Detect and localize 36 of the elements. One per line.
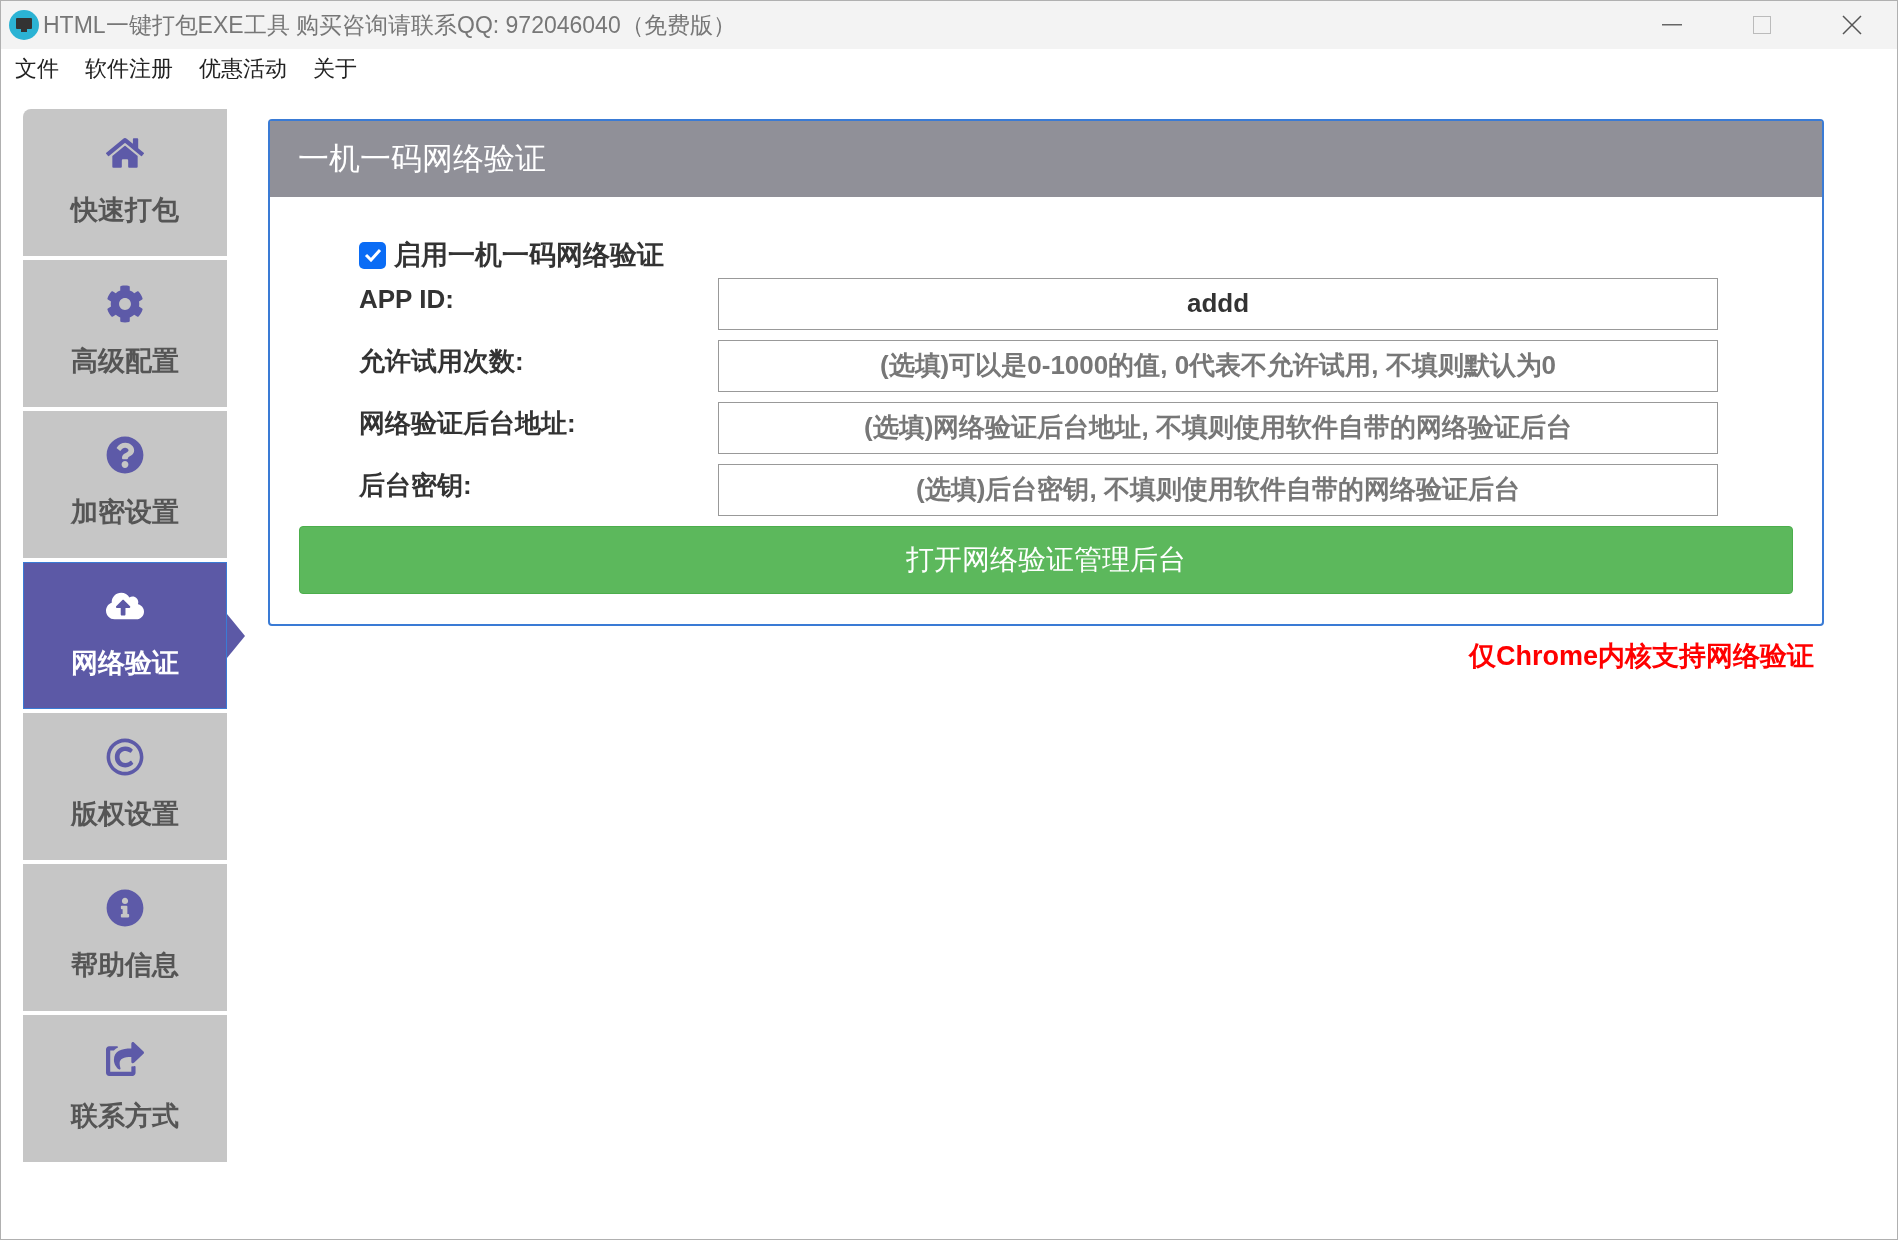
gear-icon — [106, 285, 144, 324]
maximize-icon — [1753, 16, 1771, 34]
close-icon — [1842, 15, 1862, 35]
sidebar-item[interactable]: 帮助信息 — [23, 864, 227, 1011]
sidebar-item[interactable]: 网络验证 — [23, 562, 227, 709]
sidebar-item[interactable]: 版权设置 — [23, 713, 227, 860]
sidebar-item[interactable]: 联系方式 — [23, 1015, 227, 1162]
checkbox[interactable] — [359, 241, 386, 269]
field-label: 后台密钥: — [359, 468, 473, 502]
monitor-app-icon — [9, 10, 39, 40]
chrome-support-note: 仅Chrome内核支持网络验证 — [1469, 639, 1814, 673]
sidebar-item[interactable]: 加密设置 — [23, 411, 227, 558]
checkmark-icon — [363, 248, 382, 263]
field-label: APP ID: — [359, 282, 455, 316]
input-field[interactable]: (选填)网络验证后台地址, 不填则使用软件自带的网络验证后台 — [718, 401, 1718, 454]
menu-item[interactable]: 优惠活动 — [199, 51, 287, 85]
open-admin-button[interactable]: 打开网络验证管理后台 — [299, 525, 1793, 594]
minimize-icon — [1662, 24, 1682, 26]
pointer-arrow-icon — [227, 614, 245, 658]
input-field[interactable]: (选填)后台密钥, 不填则使用软件自带的网络验证后台 — [718, 463, 1718, 516]
panel-title: 一机一码网络验证 — [298, 139, 546, 178]
field-label: 允许试用次数: — [359, 344, 525, 378]
checkbox-label: 启用一机一码网络验证 — [394, 239, 664, 272]
question-icon — [106, 436, 144, 475]
field-label: 网络验证后台地址: — [359, 406, 577, 440]
window-title: HTML一键打包EXE工具 购买咨询请联系QQ: 972046040（免费版） — [43, 10, 736, 40]
info-icon — [106, 889, 144, 928]
copyright-icon — [106, 738, 144, 777]
menu-item[interactable]: 文件 — [15, 51, 59, 85]
share-icon — [106, 1040, 144, 1079]
menu-item[interactable]: 关于 — [313, 51, 357, 85]
input-field[interactable]: (选填)可以是0-1000的值, 0代表不允许试用, 不填则默认为0 — [718, 339, 1718, 392]
sidebar-item[interactable]: 快速打包 — [23, 109, 227, 256]
menu-item[interactable]: 软件注册 — [85, 51, 173, 85]
input-field[interactable]: addd — [718, 277, 1718, 330]
sidebar-item[interactable]: 高级配置 — [23, 260, 227, 407]
